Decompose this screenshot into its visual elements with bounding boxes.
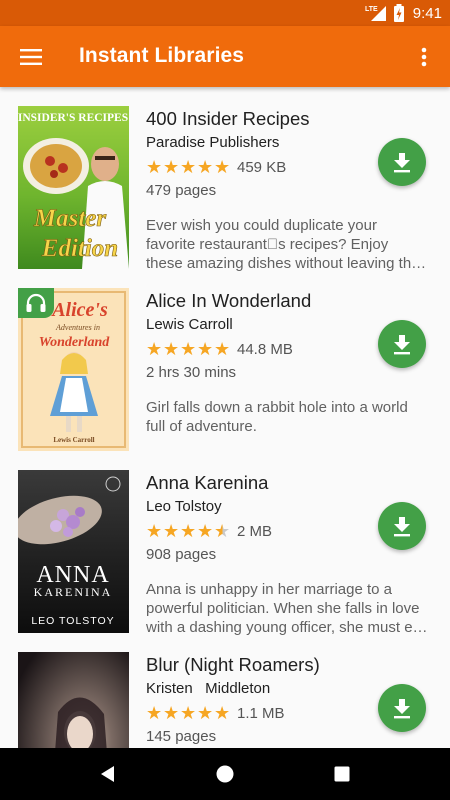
star-icon: ★ — [214, 339, 231, 359]
cover-art-blur — [18, 652, 129, 748]
star-icon: ★ — [197, 157, 214, 177]
book-cover[interactable]: Alice's Adventures in Wonderland Lewis C… — [18, 288, 129, 451]
book-item[interactable]: INSIDER'S RECIPES Master Edition 400 Ins… — [0, 87, 450, 272]
svg-text:Alice's: Alice's — [50, 299, 108, 321]
download-icon — [394, 517, 410, 537]
hamburger-menu-icon — [20, 49, 42, 65]
battery-icon — [393, 4, 404, 22]
svg-text:KARENINA: KARENINA — [34, 585, 113, 599]
description-line: favorite restaurant s recipes? Enjoy — [146, 236, 389, 253]
book-list[interactable]: INSIDER'S RECIPES Master Edition 400 Ins… — [0, 87, 450, 748]
app-bar: Instant Libraries — [0, 26, 450, 87]
star-icon: ★ — [197, 521, 214, 541]
more-vert-icon — [421, 47, 427, 67]
svg-text:INSIDER'S RECIPES: INSIDER'S RECIPES — [18, 112, 128, 124]
star-icon: ★ — [163, 339, 180, 359]
cover-art-recipes: INSIDER'S RECIPES Master Edition — [18, 106, 129, 269]
headphones-icon — [26, 293, 46, 312]
download-icon — [394, 335, 410, 355]
file-size: 459 KB — [237, 159, 287, 176]
download-icon — [394, 699, 410, 719]
description-line: powerful politician. When she falls in l… — [146, 600, 420, 617]
star-icon: ★ — [146, 703, 163, 723]
menu-button[interactable] — [14, 40, 48, 74]
book-title[interactable]: 400 Insider Recipes — [146, 108, 310, 130]
star-half-icon: ★ — [214, 521, 231, 541]
file-size: 44.8 MB — [237, 341, 293, 358]
description-line: Ever wish you could duplicate your — [146, 217, 377, 234]
star-icon: ★ — [163, 521, 180, 541]
svg-text:Wonderland: Wonderland — [39, 335, 111, 350]
recents-square-icon — [334, 766, 350, 782]
star-icon: ★ — [197, 339, 214, 359]
star-icon: ★ — [180, 339, 197, 359]
star-icon: ★ — [146, 521, 163, 541]
star-icon: ★ — [180, 521, 197, 541]
file-size: 1.1 MB — [237, 705, 285, 722]
home-circle-icon — [216, 765, 234, 783]
book-cover[interactable] — [18, 652, 129, 748]
book-length: 479 pages — [146, 182, 217, 199]
back-button[interactable] — [84, 750, 132, 798]
book-item[interactable]: Blur (Night Roamers) Kristen Middleton ★… — [0, 633, 450, 748]
book-title[interactable]: Anna Karenina — [146, 472, 268, 494]
status-icons: LTE 9:41 — [365, 3, 442, 23]
book-title[interactable]: Alice In Wonderland — [146, 290, 311, 312]
star-icon: ★ — [180, 703, 197, 723]
rating-stars: ★ ★ ★ ★ ★ — [146, 703, 231, 723]
rating-stars: ★ ★ ★ ★ ★ — [146, 339, 231, 359]
star-icon: ★ — [163, 157, 180, 177]
book-description: Girl falls down a rabbit hole into a wor… — [146, 398, 434, 436]
cover-art-anna: ANNA KARENINA LEO TOLSTOY — [18, 470, 129, 633]
svg-text:Master: Master — [33, 205, 107, 232]
book-length: 2 hrs 30 mins — [146, 364, 237, 381]
home-button[interactable] — [201, 750, 249, 798]
audiobook-badge — [18, 288, 54, 318]
star-icon: ★ — [214, 703, 231, 723]
description-line: full of adventure. — [146, 418, 257, 435]
description-line: Anna is unhappy in her marriage to a — [146, 581, 392, 598]
svg-text:LTE: LTE — [365, 6, 378, 13]
book-description: Ever wish you could duplicate your favor… — [146, 216, 434, 273]
book-cover[interactable]: ANNA KARENINA LEO TOLSTOY — [18, 470, 129, 633]
star-icon: ★ — [197, 703, 214, 723]
status-bar: LTE 9:41 — [0, 0, 450, 26]
svg-text:Edition: Edition — [41, 235, 118, 262]
rating-stars: ★ ★ ★ ★ ★ — [146, 157, 231, 177]
star-icon: ★ — [214, 157, 231, 177]
svg-text:Adventures in: Adventures in — [55, 323, 100, 332]
book-description: Anna is unhappy in her marriage to a pow… — [146, 580, 434, 637]
book-cover[interactable]: INSIDER'S RECIPES Master Edition — [18, 106, 129, 269]
book-author: Lewis Carroll — [146, 316, 233, 333]
download-icon — [394, 153, 410, 173]
star-icon: ★ — [180, 157, 197, 177]
download-button[interactable] — [378, 502, 426, 550]
star-icon: ★ — [163, 703, 180, 723]
svg-text:LEO TOLSTOY: LEO TOLSTOY — [31, 615, 114, 627]
book-author: Paradise Publishers — [146, 134, 280, 151]
star-icon: ★ — [146, 157, 163, 177]
download-button[interactable] — [378, 684, 426, 732]
book-title[interactable]: Blur (Night Roamers) — [146, 654, 320, 676]
description-line: Girl falls down a rabbit hole into a wor… — [146, 399, 408, 416]
book-author: Leo Tolstoy — [146, 498, 222, 515]
star-icon: ★ — [146, 339, 163, 359]
book-length: 145 pages — [146, 728, 217, 745]
book-length: 908 pages — [146, 546, 217, 563]
lte-signal-icon: LTE — [365, 6, 386, 21]
download-button[interactable] — [378, 138, 426, 186]
back-triangle-icon — [101, 766, 115, 782]
app-title: Instant Libraries — [79, 44, 245, 67]
system-nav-bar — [0, 748, 450, 800]
status-time: 9:41 — [412, 4, 442, 22]
recents-button[interactable] — [318, 750, 366, 798]
overflow-menu-button[interactable] — [408, 40, 440, 74]
rating-stars: ★ ★ ★ ★ ★ — [146, 521, 231, 541]
book-item[interactable]: Alice's Adventures in Wonderland Lewis C… — [0, 269, 450, 451]
book-item[interactable]: ANNA KARENINA LEO TOLSTOY Anna Karenina … — [0, 451, 450, 636]
svg-text:Lewis Carroll: Lewis Carroll — [53, 436, 94, 444]
file-size: 2 MB — [237, 523, 273, 540]
download-button[interactable] — [378, 320, 426, 368]
book-author: Kristen Middleton — [146, 680, 271, 697]
